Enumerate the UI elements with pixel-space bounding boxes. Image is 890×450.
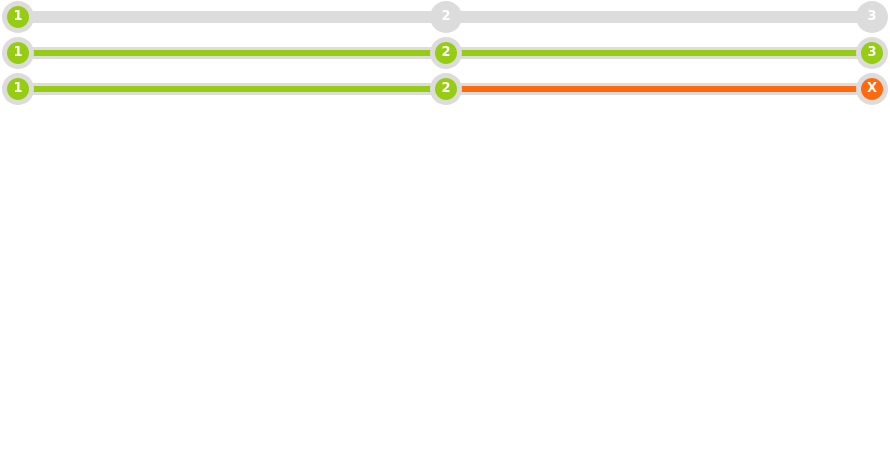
step-node-1[interactable]: 1	[2, 1, 34, 33]
step-error-icon: X	[861, 78, 883, 100]
connector-fill-1-2	[18, 50, 446, 56]
step-label-2: 2	[435, 42, 457, 64]
step-node-2[interactable]: 2	[430, 73, 462, 105]
step-node-2[interactable]: 2	[430, 37, 462, 69]
step-node-1[interactable]: 1	[2, 37, 34, 69]
step-label-1: 1	[7, 78, 29, 100]
connector-fill-1-2	[18, 86, 446, 92]
step-label-2: 2	[435, 78, 457, 100]
step-node-3[interactable]: 3	[856, 37, 888, 69]
stepper-error: 1 2 X	[0, 72, 890, 108]
connector-fill-2-3	[446, 50, 872, 56]
step-label-2: 2	[441, 9, 451, 24]
step-node-3[interactable]: 3	[856, 1, 888, 33]
step-node-2[interactable]: 2	[430, 1, 462, 33]
step-label-1: 1	[7, 6, 29, 28]
step-node-3[interactable]: X	[856, 73, 888, 105]
connector-track-1-2	[18, 11, 446, 23]
connector-fill-2-3	[446, 86, 872, 92]
stepper-complete: 1 2 3	[0, 36, 890, 72]
step-node-1[interactable]: 1	[2, 73, 34, 105]
step-label-1: 1	[7, 42, 29, 64]
connector-track-2-3	[446, 11, 872, 23]
step-label-3: 3	[861, 42, 883, 64]
step-label-3: 3	[867, 9, 877, 24]
stepper-in-progress: 1 2 3	[0, 0, 890, 36]
